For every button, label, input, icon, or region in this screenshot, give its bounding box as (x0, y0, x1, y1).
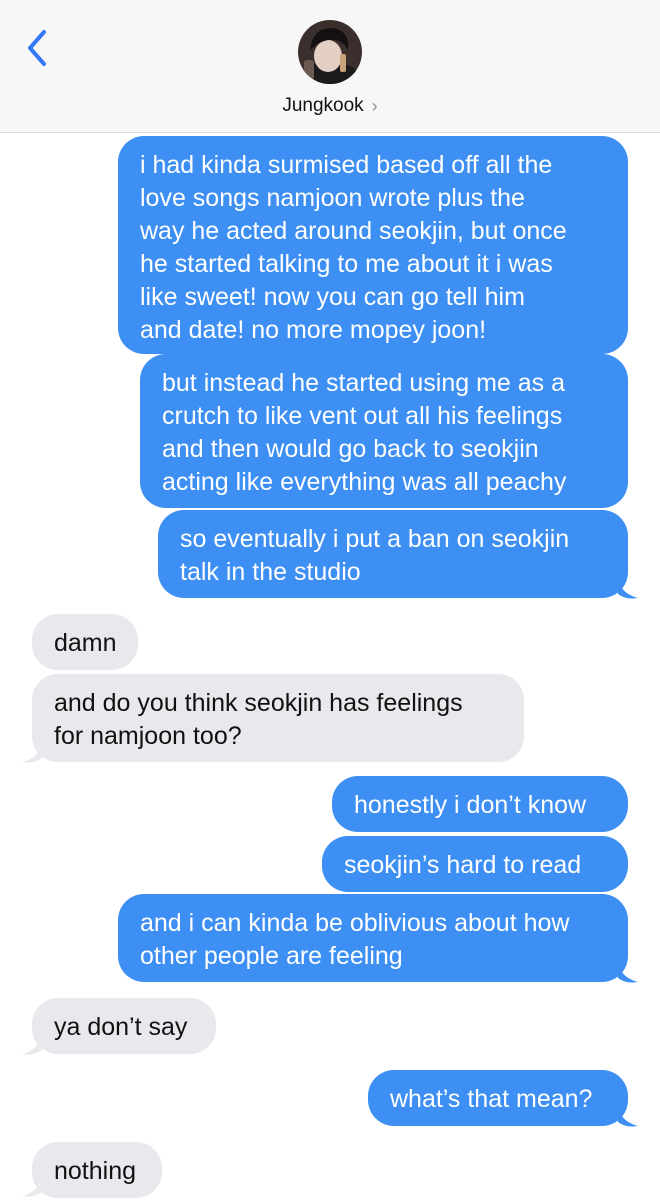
message-line: so eventually i put a ban on seokjin (180, 525, 570, 553)
message-line: talk in the studio (180, 558, 361, 586)
contact-avatar[interactable] (298, 20, 362, 84)
message-line: way he acted around seokjin, but once (140, 217, 567, 245)
contact-name: Jungkook (282, 95, 364, 116)
message-line: what’s that mean? (390, 1085, 593, 1113)
message-line: i had kinda surmised based off all the (140, 151, 553, 179)
bubble-tail-outgoing (618, 1108, 638, 1127)
conversation-header: Jungkook › (0, 0, 660, 133)
message-line: nothing (54, 1157, 137, 1185)
message-bubble-outgoing[interactable]: seokjin’s hard to read (322, 836, 628, 892)
message-line: damn (54, 629, 117, 657)
message-line: other people are feeling (140, 942, 403, 970)
avatar-image (298, 20, 362, 84)
message-bubble-outgoing[interactable]: i had kinda surmised based off all the l… (118, 136, 628, 354)
back-button[interactable] (22, 28, 56, 68)
bubble-tail-incoming (22, 1036, 42, 1055)
message-bubble-outgoing[interactable]: honestly i don’t know (332, 776, 628, 832)
message-line: and do you think seokjin has feelings (54, 689, 463, 717)
message-bubble-incoming[interactable]: ya don’t say (32, 998, 216, 1054)
message-line: seokjin’s hard to read (344, 851, 582, 879)
chevron-right-icon: › (371, 95, 378, 116)
message-line: honestly i don’t know (354, 791, 587, 819)
message-bubble-outgoing[interactable]: so eventually i put a ban on seokjin tal… (158, 510, 628, 598)
message-bubble-incoming[interactable]: damn (32, 614, 138, 670)
message-bubble-incoming[interactable]: and do you think seokjin has feelings fo… (32, 674, 524, 762)
message-bubble-outgoing[interactable]: what’s that mean? (368, 1070, 628, 1126)
bubble-tail-incoming (22, 1178, 42, 1197)
message-line: for namjoon too? (54, 722, 242, 750)
message-line: he started talking to me about it i was (140, 250, 553, 278)
bubble-tail-outgoing (618, 580, 638, 599)
bubble-tail-outgoing (618, 964, 638, 983)
chevron-left-icon (28, 30, 46, 66)
message-line: and then would go back to seokjin (162, 435, 539, 463)
message-line: ya don’t say (54, 1013, 188, 1041)
message-line: and i can kinda be oblivious about how (140, 909, 570, 937)
message-bubble-outgoing[interactable]: but instead he started using me as a cru… (140, 354, 628, 508)
message-line: but instead he started using me as a (162, 369, 566, 397)
contact-name-row[interactable]: Jungkook › (0, 92, 660, 120)
message-thread[interactable]: i had kinda surmised based off all the l… (0, 132, 660, 1200)
message-line: love songs namjoon wrote plus the (140, 184, 525, 212)
message-line: acting like everything was all peachy (162, 468, 567, 496)
bubble-tail-incoming (22, 744, 42, 763)
message-line: and date! no more mopey joon! (140, 316, 487, 344)
message-bubble-incoming[interactable]: nothing (32, 1142, 162, 1198)
message-bubble-outgoing[interactable]: and i can kinda be oblivious about how o… (118, 894, 628, 982)
message-line: crutch to like vent out all his feelings (162, 402, 563, 430)
message-line: like sweet! now you can go tell him (140, 283, 525, 311)
